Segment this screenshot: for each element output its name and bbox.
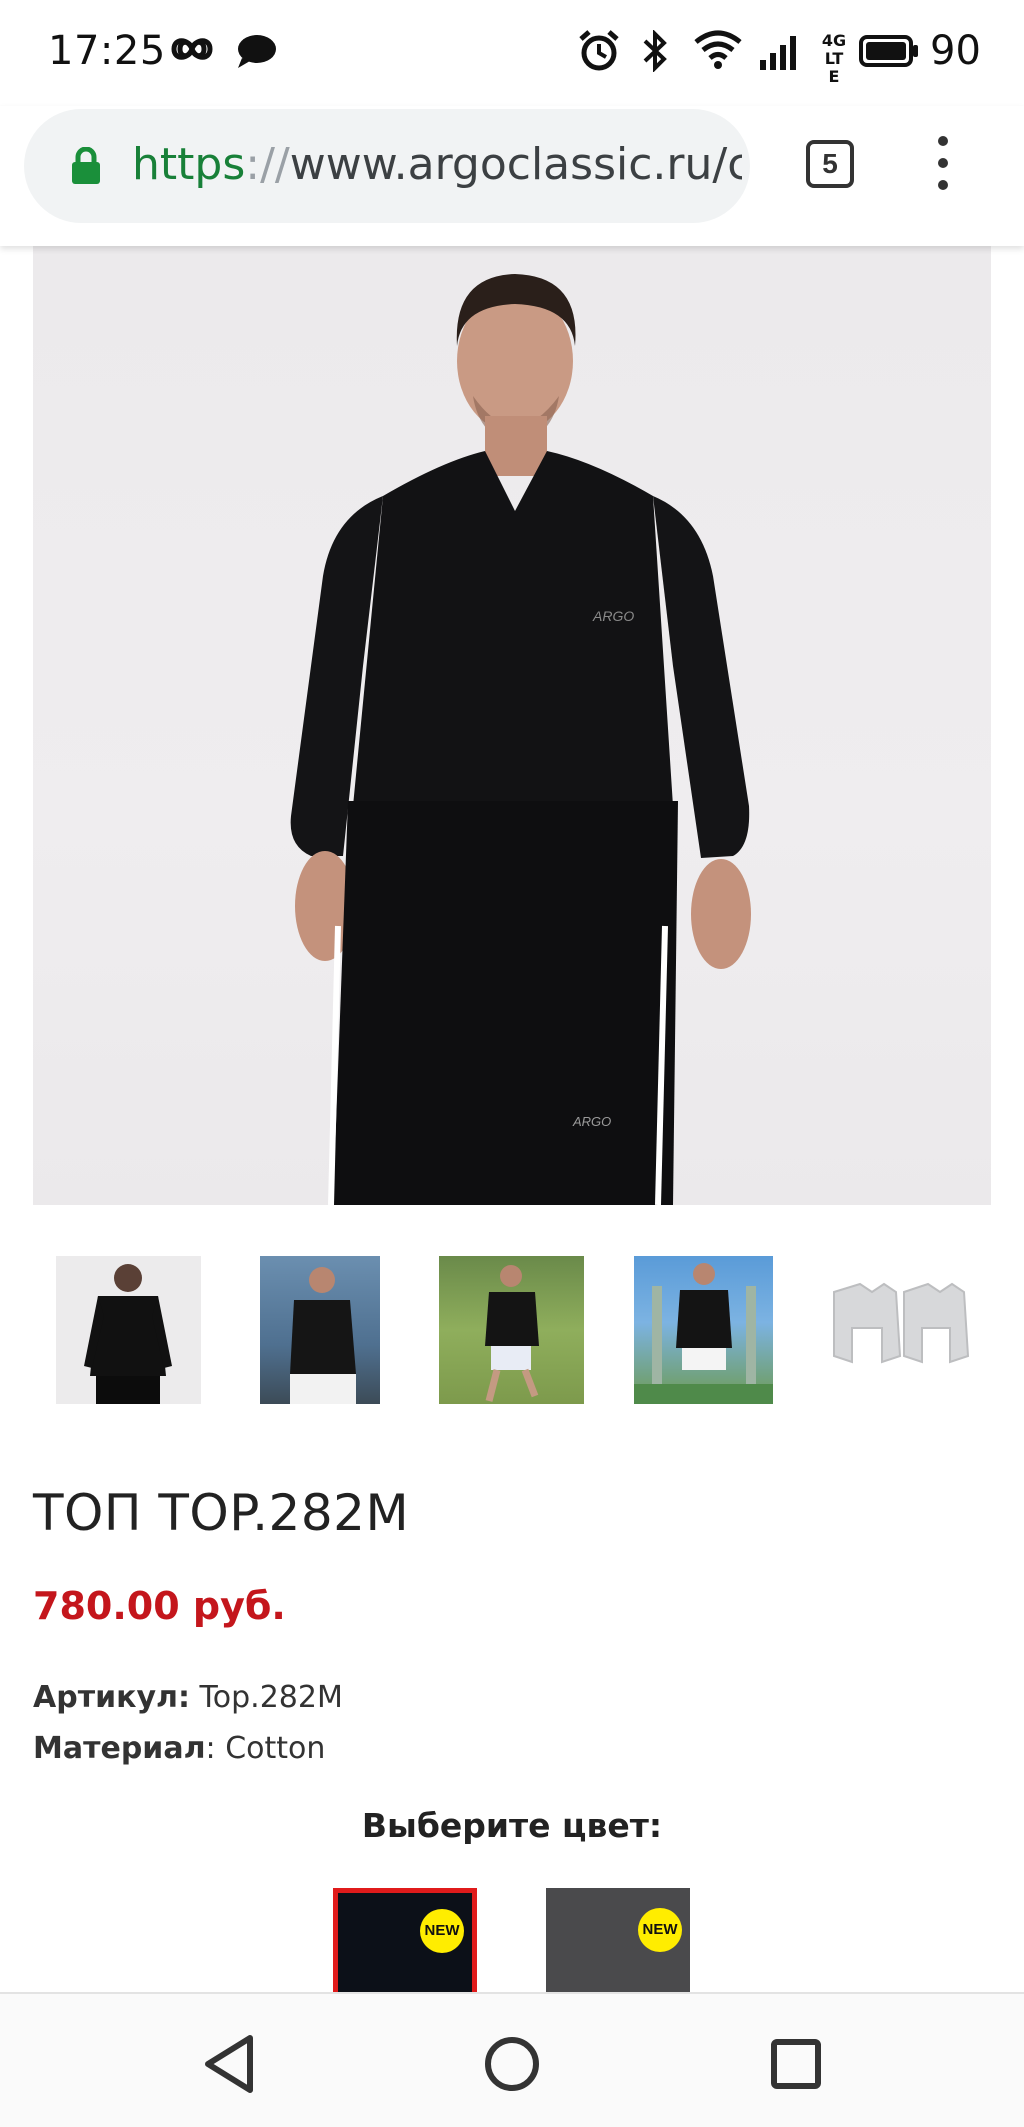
thumbnail-outdoor-exercise[interactable] (634, 1256, 773, 1404)
browser-toolbar: https://www.argoclassic.ru/c 5 (0, 106, 1024, 246)
alarm-icon (579, 30, 619, 71)
product-title: ТОП TOP.282M (33, 1484, 410, 1542)
article-row: Артикул: Top.282M (33, 1680, 343, 1715)
url-scheme: https (132, 139, 246, 190)
thumbnail-running-in-park-image (485, 1265, 539, 1402)
tab-switcher-button[interactable]: 5 (806, 140, 854, 188)
thumbnail-outdoor-pose-image (290, 1267, 356, 1404)
svg-text:ARGO: ARGO (572, 1114, 611, 1129)
material-row: Материал: Cotton (33, 1731, 325, 1766)
url-text: https://www.argoclassic.ru/c (132, 139, 742, 190)
battery-level: 90 (930, 28, 981, 74)
product-main-image[interactable]: ARGO ARGO (33, 246, 991, 1205)
article-label: Артикул: (33, 1680, 190, 1715)
material-label: Материал (33, 1731, 206, 1766)
new-badge: NEW (638, 1908, 682, 1952)
article-value: Top.282M (199, 1680, 343, 1715)
battery-icon (859, 35, 918, 67)
bluetooth-icon (643, 30, 667, 72)
infinity-icon (171, 38, 213, 60)
back-icon[interactable] (190, 2024, 270, 2104)
new-badge: NEW (420, 1909, 464, 1953)
recents-icon[interactable] (756, 2024, 836, 2104)
home-icon[interactable] (472, 2024, 552, 2104)
chat-bubble-icon (238, 35, 276, 68)
lock-icon (72, 147, 100, 184)
color-swatch-black[interactable]: NEW (333, 1888, 477, 1992)
network-type-label: 4G LTE (820, 32, 848, 86)
model-photo-illustration: ARGO ARGO (290, 274, 751, 1205)
thumbnail-running-in-park[interactable] (439, 1256, 584, 1404)
status-bar: 17:25 4G LTE 90 (0, 0, 1024, 106)
network-type-text: 4G LTE (821, 31, 847, 86)
material-value: : Cotton (205, 1731, 326, 1766)
thumbnail-back-view-image (84, 1264, 172, 1404)
color-swatch-grey[interactable]: NEW (546, 1888, 690, 1992)
thumbnail-outdoor-pose[interactable] (260, 1256, 380, 1404)
thumbnail-grey-shirts[interactable] (820, 1256, 972, 1404)
wifi-icon (694, 30, 742, 69)
url-host: www.argoclassic.ru/c (289, 139, 742, 190)
status-time: 17:25 (48, 28, 166, 74)
thumbnail-back-view[interactable] (56, 1256, 201, 1404)
url-separator: :// (245, 139, 290, 190)
address-bar[interactable]: https://www.argoclassic.ru/c (24, 109, 750, 223)
color-select-heading: Выберите цвет: (361, 1806, 663, 1845)
screen: 17:25 4G LTE 90 https://www.argoclassic.… (0, 0, 1024, 2127)
thumbnail-grey-shirts-image (833, 1282, 970, 1364)
svg-text:ARGO: ARGO (592, 608, 634, 624)
browser-menu-icon[interactable] (928, 136, 958, 196)
thumbnail-outdoor-exercise-image (634, 1263, 773, 1404)
signal-icon (760, 36, 796, 70)
product-price: 780.00 руб. (33, 1584, 286, 1628)
system-navigation-bar (0, 1992, 1024, 2127)
